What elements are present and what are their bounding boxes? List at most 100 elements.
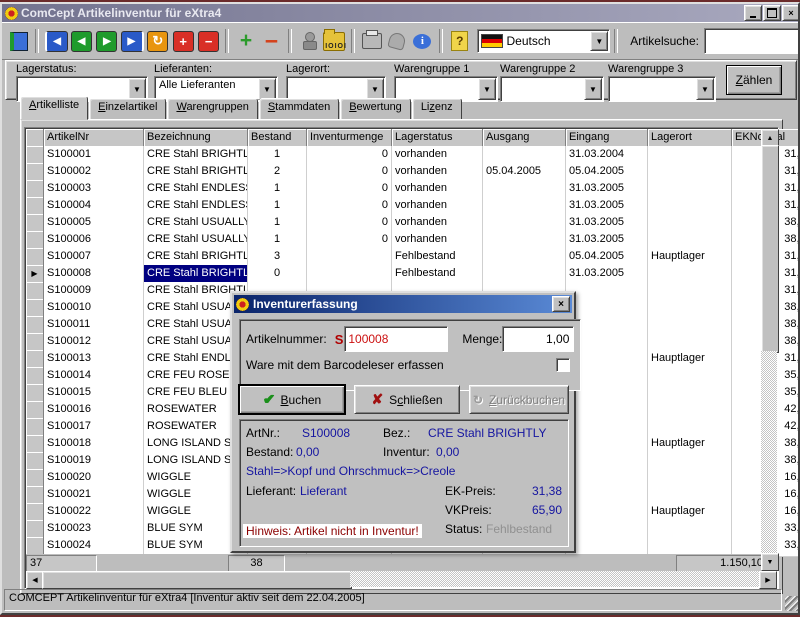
filter-field-6: Warengruppe 3▼ bbox=[608, 63, 716, 102]
exit-button[interactable] bbox=[7, 29, 30, 53]
tab-lizenz[interactable]: Lizenz bbox=[412, 98, 462, 120]
next-record-button[interactable]: ▶ bbox=[95, 29, 118, 53]
filter-label: Lieferanten: bbox=[154, 63, 278, 75]
filter-combobox[interactable]: ▼ bbox=[608, 76, 716, 102]
refresh-button[interactable]: ↻ bbox=[146, 29, 169, 53]
info-button[interactable]: i bbox=[411, 29, 434, 53]
language-combobox[interactable]: Deutsch ▼ bbox=[477, 29, 611, 53]
row-indicator bbox=[26, 197, 44, 215]
lieferant-label: Lieferant: bbox=[246, 484, 296, 498]
toolbar-separator bbox=[225, 29, 229, 53]
horizontal-scrollbar[interactable]: ◀ ▶ bbox=[26, 571, 777, 587]
right-arrow-icon: ▶ bbox=[765, 576, 770, 584]
dialog-title: Inventurerfassung bbox=[253, 297, 552, 311]
table-row[interactable]: S100002CRE Stahl BRIGHTLY20vorhanden05.0… bbox=[26, 163, 761, 180]
bez-value: CRE Stahl BRIGHTLY bbox=[428, 426, 546, 440]
check-icon: ✔ bbox=[263, 391, 275, 408]
table-row[interactable]: S100003CRE Stahl ENDLESSLY10vorhanden31.… bbox=[26, 180, 761, 197]
scale-icon bbox=[303, 32, 315, 50]
chevron-down-icon[interactable]: ▼ bbox=[590, 31, 608, 51]
chevron-down-icon[interactable]: ▼ bbox=[584, 78, 602, 100]
inventur-value: 0,00 bbox=[436, 445, 459, 459]
table-row[interactable]: S100007CRE Stahl BRIGHTLY3Fehlbestand05.… bbox=[26, 248, 761, 265]
row-indicator bbox=[26, 180, 44, 198]
remove-button[interactable]: − bbox=[260, 29, 283, 53]
table-row[interactable]: S100004CRE Stahl ENDLESSLY10vorhanden31.… bbox=[26, 197, 761, 214]
filter-field-5: Warengruppe 2▼ bbox=[500, 63, 604, 102]
delete-record-button[interactable]: − bbox=[197, 29, 220, 53]
close-icon: × bbox=[788, 8, 793, 18]
bez-label: Bez.: bbox=[383, 426, 410, 440]
help-button[interactable]: ? bbox=[448, 29, 471, 53]
previous-record-button[interactable]: ◀ bbox=[70, 29, 93, 53]
tab-bewertung[interactable]: Bewertung bbox=[340, 98, 411, 120]
ek-preis-label: EK-Preis: bbox=[445, 484, 496, 498]
table-row[interactable]: ▶S100008CRE Stahl BRIGHTLY0Fehlbestand31… bbox=[26, 265, 761, 282]
quantity-input[interactable] bbox=[502, 326, 574, 352]
import-data-button[interactable]: IOIOI bbox=[323, 29, 346, 53]
undo-icon: ↻ bbox=[473, 393, 483, 407]
row-indicator bbox=[26, 316, 44, 334]
row-indicator bbox=[26, 282, 44, 300]
scroll-down-button[interactable]: ▼ bbox=[761, 553, 779, 571]
row-indicator bbox=[26, 452, 44, 470]
chevron-down-icon[interactable]: ▼ bbox=[696, 78, 714, 100]
vertical-scroll-track[interactable] bbox=[761, 351, 777, 555]
maximize-button[interactable] bbox=[763, 5, 781, 21]
row-indicator bbox=[26, 486, 44, 504]
tab-artikelliste[interactable]: Artikelliste bbox=[20, 96, 88, 120]
table-row[interactable]: S100001CRE Stahl BRIGHTLY10vorhanden31.0… bbox=[26, 146, 761, 163]
ek-preis-value: 31,38 bbox=[518, 484, 562, 498]
book-back-button[interactable]: ↻ Zurückbuchen bbox=[469, 385, 569, 414]
inventur-label: Inventur: bbox=[383, 445, 430, 459]
chevron-down-icon[interactable]: ▼ bbox=[128, 78, 146, 100]
article-number-input[interactable] bbox=[344, 326, 448, 352]
search-input[interactable] bbox=[704, 28, 800, 54]
vertical-scrollbar[interactable]: ▲ ▼ bbox=[761, 129, 777, 571]
filter-combobox[interactable]: ▼ bbox=[500, 76, 604, 102]
book-button-label: Buchen bbox=[281, 393, 322, 407]
table-row[interactable]: S100005CRE Stahl USUALLY10vorhanden31.03… bbox=[26, 214, 761, 231]
insert-record-button[interactable]: + bbox=[171, 29, 194, 53]
close-dialog-button[interactable]: ✘ Schließen bbox=[354, 385, 460, 414]
chevron-down-icon[interactable]: ▼ bbox=[366, 78, 384, 100]
minimize-button[interactable] bbox=[744, 5, 762, 21]
article-search: Artikelsuche: bbox=[630, 28, 800, 54]
tab-bar: ArtikellisteEinzelartikelWarengruppenSta… bbox=[20, 100, 463, 120]
count-button[interactable]: Zählen bbox=[726, 65, 782, 95]
last-record-button[interactable]: ▶ bbox=[121, 29, 144, 53]
row-indicator bbox=[26, 520, 44, 538]
tab-einzelartikel[interactable]: Einzelartikel bbox=[89, 98, 166, 120]
row-indicator bbox=[26, 214, 44, 232]
toolbar-separator bbox=[439, 29, 443, 53]
vertical-scroll-thumb[interactable] bbox=[761, 145, 779, 353]
folder-barcode-icon: IOIOI bbox=[323, 32, 345, 51]
preview-button[interactable] bbox=[385, 29, 408, 53]
first-record-button[interactable]: ◀ bbox=[44, 29, 67, 53]
chevron-down-icon[interactable]: ▼ bbox=[258, 78, 276, 100]
article-number-row: Artikelnummer: S Menge: bbox=[246, 326, 574, 352]
tab-stammdaten[interactable]: Stammdaten bbox=[259, 98, 339, 120]
print-button[interactable] bbox=[360, 29, 383, 53]
last-record-icon: ▶ bbox=[121, 31, 144, 52]
dialog-close-button[interactable]: × bbox=[552, 296, 570, 312]
chevron-down-icon[interactable]: ▼ bbox=[478, 78, 496, 100]
filter-field-3: Lagerort:▼ bbox=[286, 63, 386, 102]
vk-preis-label: VKPreis: bbox=[445, 503, 492, 517]
barcode-checkbox[interactable] bbox=[556, 358, 570, 372]
exit-door-icon bbox=[10, 32, 28, 51]
resize-grip[interactable] bbox=[785, 596, 800, 611]
horizontal-scroll-track[interactable] bbox=[350, 571, 761, 587]
tab-warengruppen[interactable]: Warengruppen bbox=[167, 98, 257, 120]
scale-button[interactable] bbox=[297, 29, 320, 53]
status-value: Fehlbestand bbox=[486, 522, 552, 536]
table-row[interactable]: S100006CRE Stahl USUALLY10vorhanden31.03… bbox=[26, 231, 761, 248]
close-icon: × bbox=[558, 299, 564, 310]
row-indicator bbox=[26, 231, 44, 249]
add-button[interactable]: + bbox=[234, 29, 257, 53]
close-button[interactable]: × bbox=[782, 5, 800, 21]
search-label: Artikelsuche: bbox=[630, 34, 699, 48]
window-title: ComCept Artikelinventur für eXtra4 bbox=[21, 6, 743, 20]
book-button[interactable]: ✔ Buchen bbox=[239, 385, 345, 414]
plus-icon: + bbox=[240, 31, 252, 51]
